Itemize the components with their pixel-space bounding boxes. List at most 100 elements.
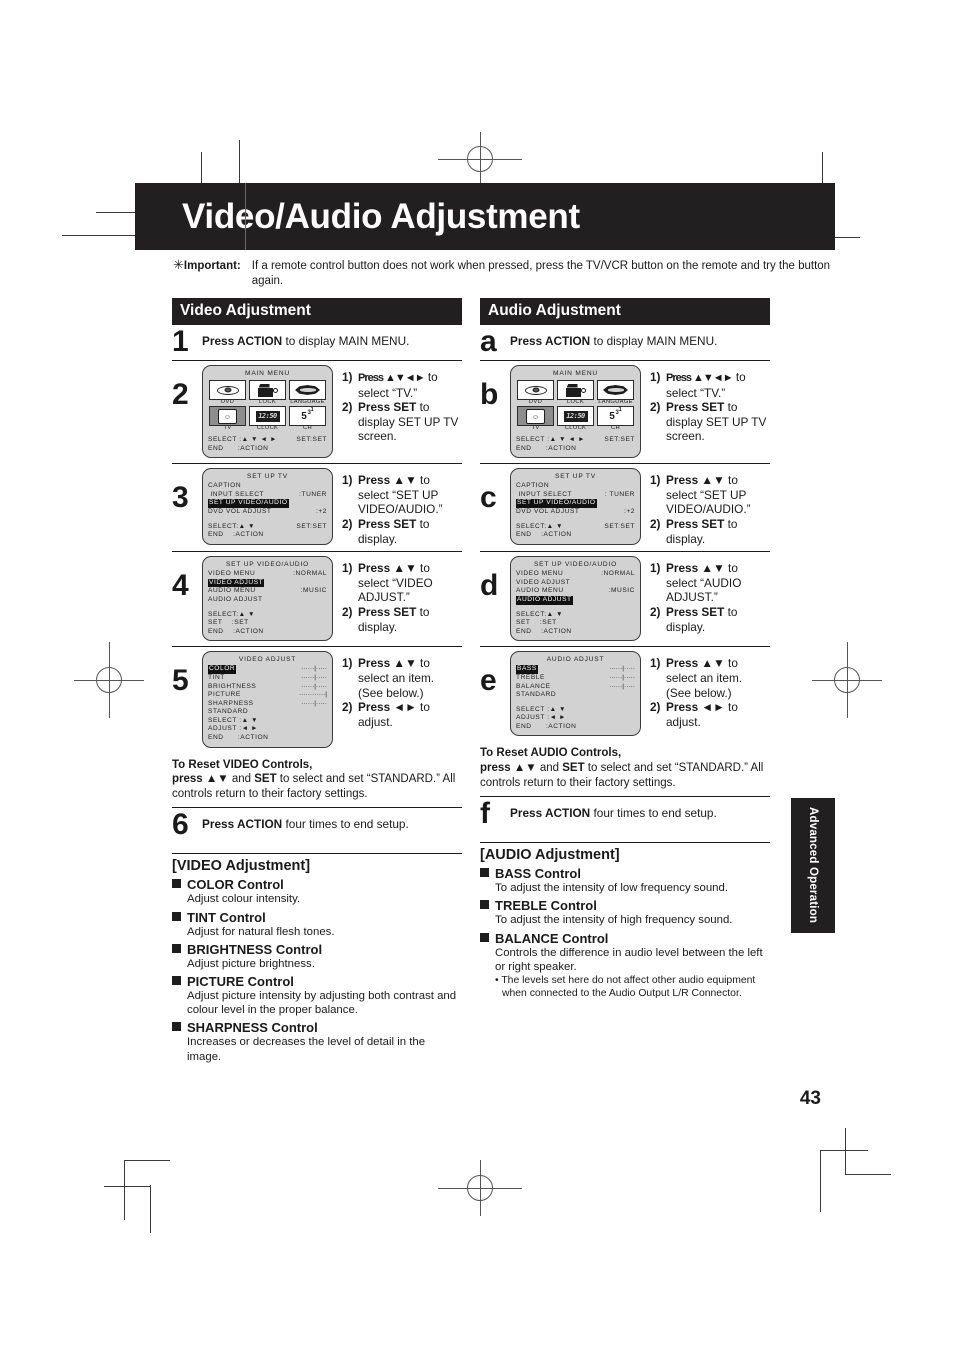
osd-line[interactable]: INPUT SELECT:TUNER <box>208 491 327 500</box>
osd-title: SET UP VIDEO/AUDIO <box>225 561 310 569</box>
instruction-bold: Press ◄► <box>666 700 725 715</box>
instruction-number: 1) <box>650 656 661 671</box>
osd-line[interactable]: CAPTION <box>208 482 327 491</box>
menu-cell-clock[interactable]: 12:50 CLOCK <box>557 406 594 431</box>
audio-reset-note: To Reset AUDIO Controls, press ▲▼ and SE… <box>480 741 770 796</box>
definition-heading: BASS Control <box>480 866 770 881</box>
definition-body: Controls the difference in audio level b… <box>495 946 763 973</box>
instruction-number: 1) <box>342 656 353 671</box>
definition-heading: BALANCE Control <box>480 931 770 946</box>
osd-line-label: AUDIO MENU <box>208 587 256 595</box>
osd-line[interactable]: STANDARD <box>516 691 635 700</box>
osd-line-value: :TUNER <box>299 490 327 498</box>
instruction-number: 1) <box>650 561 661 576</box>
menu-cell-ch[interactable]: 531 CH <box>597 406 634 431</box>
instruction-body: Press ▲▼ to select “SET UP VIDEO/AUDIO.” <box>358 473 462 517</box>
instruction-number: 1) <box>650 473 661 488</box>
instruction-body: Press ▲▼ to select an item. (See below.) <box>358 656 462 700</box>
menu-cell-dvd[interactable]: DVD <box>517 380 554 405</box>
audio-step-f-bold: Press ACTION <box>510 806 591 821</box>
tv-icon: ☺ <box>526 408 545 424</box>
audio-section-heading: Audio Adjustment <box>480 298 770 325</box>
channel-icon: 531 <box>609 407 622 422</box>
audio-reset-mid: and <box>536 762 563 775</box>
osd-line[interactable]: PICTURE ············| <box>208 691 327 700</box>
osd-line[interactable]: TREBLE ······|····· <box>516 674 635 683</box>
audio-step-a: a Press ACTION to display MAIN MENU. <box>480 325 770 360</box>
definition-heading-text: BALANCE Control <box>495 930 609 946</box>
osd-line-highlighted[interactable]: AUDIO ADJUST <box>516 595 635 605</box>
instruction-bold: Press SET <box>358 400 417 415</box>
osd-line[interactable]: CAPTION <box>516 482 635 491</box>
audio-step-a-letter: a <box>480 325 497 358</box>
osd-footer-select: SELECT :▲ ▼ ◄ ► <box>208 436 278 443</box>
definition-heading: SHARPNESS Control <box>172 1020 462 1035</box>
osd-line[interactable]: AUDIO MENU:MUSIC <box>516 587 635 596</box>
audio-step-f-text: Press ACTION four times to end setup. <box>510 800 717 821</box>
osd-line[interactable]: VIDEO MENU:NORMAL <box>208 570 327 579</box>
instruction-bold: Press ▲▼ <box>358 561 417 576</box>
osd-line[interactable]: INPUT SELECT: TUNER <box>516 491 635 500</box>
instruction-item: 2) Press SET to display. <box>342 605 462 634</box>
divider <box>480 842 770 844</box>
instruction-number: 1) <box>342 370 353 384</box>
osd-line[interactable]: VIDEO ADJUST <box>516 579 635 588</box>
osd-line-highlighted[interactable]: COLOR ······|····· <box>208 665 327 674</box>
osd-line[interactable]: DVD VOL ADJUST:+2 <box>516 508 635 517</box>
osd-line[interactable]: TINT ······|····· <box>208 674 327 683</box>
osd-line[interactable]: STANDARD <box>208 708 327 717</box>
osd-line[interactable]: BRIGHTNESS ······|····· <box>208 683 327 692</box>
audio-step-c-instructions: 1) Press ▲▼ to select “SET UP VIDEO/AUDI… <box>650 468 770 546</box>
menu-cell-tv[interactable]: ☺ TV <box>517 406 554 431</box>
osd-slider[interactable]: ······|····· <box>301 683 327 692</box>
osd-footer-set: SET:SET <box>604 522 635 530</box>
osd-line-highlighted[interactable]: VIDEO ADJUST <box>208 578 327 588</box>
ch-digit: 5 <box>609 410 615 422</box>
menu-cell-lock[interactable]: LOCK <box>249 380 286 405</box>
osd-footer-select: SELECT:▲ ▼ <box>208 610 256 618</box>
osd-line[interactable]: AUDIO MENU:MUSIC <box>208 587 327 596</box>
language-icon-box <box>597 380 634 400</box>
menu-cell-language[interactable]: LANGUAGE <box>597 380 634 405</box>
video-step-6-bold: Press ACTION <box>202 817 283 832</box>
lock-icon <box>565 383 586 397</box>
osd-line-highlighted[interactable]: BASS ······|····· <box>516 665 635 674</box>
menu-cell-clock[interactable]: 12:50 CLOCK <box>249 406 286 431</box>
instruction-body: Press ▲▼◄► to select “TV.” <box>666 370 770 400</box>
osd-slider[interactable]: ············| <box>299 691 327 700</box>
menu-cell-ch[interactable]: 531 CH <box>289 406 326 431</box>
instruction-item: 1) Press ▲▼ to select “SET UP VIDEO/AUDI… <box>342 473 462 517</box>
menu-cell-dvd[interactable]: DVD <box>209 380 246 405</box>
menu-cell-language[interactable]: LANGUAGE <box>289 380 326 405</box>
definition-heading: BRIGHTNESS Control <box>172 942 462 957</box>
osd-slider[interactable]: ······|····· <box>301 674 327 683</box>
osd-line[interactable]: VIDEO MENU:NORMAL <box>516 570 635 579</box>
definition-body: Increases or decreases the level of deta… <box>187 1036 426 1063</box>
osd-line-highlighted[interactable]: SET UP VIDEO/AUDIO <box>516 499 635 508</box>
square-bullet-icon <box>172 976 181 986</box>
osd-slider[interactable]: ······|····· <box>301 665 327 674</box>
osd-footer-end: END :ACTION <box>208 531 264 539</box>
crop-mark-br-h2 <box>845 1174 891 1175</box>
osd-line[interactable]: BALANCE ······|····· <box>516 683 635 692</box>
video-reset-bold1: press ▲▼ <box>172 773 229 786</box>
osd-line-highlighted[interactable]: SET UP VIDEO/AUDIO <box>208 499 327 508</box>
osd-slider[interactable]: ······|····· <box>609 674 635 683</box>
osd-slider[interactable]: ······|····· <box>609 683 635 692</box>
clock-icon: 12:50 <box>563 410 588 422</box>
osd-line[interactable]: SHARPNESS ······|····· <box>208 700 327 709</box>
osd-line[interactable]: DVD VOL ADJUST:+2 <box>208 508 327 517</box>
side-tab-label: Advanced Operation <box>807 807 819 924</box>
video-step-2-instructions: 1) Press ▲▼◄► to select “TV.” 2) Press S… <box>342 365 462 444</box>
asterisk-icon: ✳ <box>173 257 184 272</box>
video-step-3: 3 SET UP TV CAPTION INPUT SELECT:TUNER S… <box>172 464 462 551</box>
osd-slider[interactable]: ······|····· <box>609 665 635 674</box>
osd-slider[interactable]: ······|····· <box>301 700 327 709</box>
menu-cell-tv[interactable]: ☺ TV <box>209 406 246 431</box>
menu-cell-lock[interactable]: LOCK <box>557 380 594 405</box>
lock-icon-box <box>557 380 594 400</box>
instruction-number: 1) <box>650 370 661 384</box>
osd-footer-select: SELECT :▲ ▼ ◄ ► <box>516 436 586 443</box>
osd-line[interactable]: AUDIO ADJUST <box>208 596 327 605</box>
video-step-1: 1 Press ACTION to display MAIN MENU. <box>172 325 462 360</box>
